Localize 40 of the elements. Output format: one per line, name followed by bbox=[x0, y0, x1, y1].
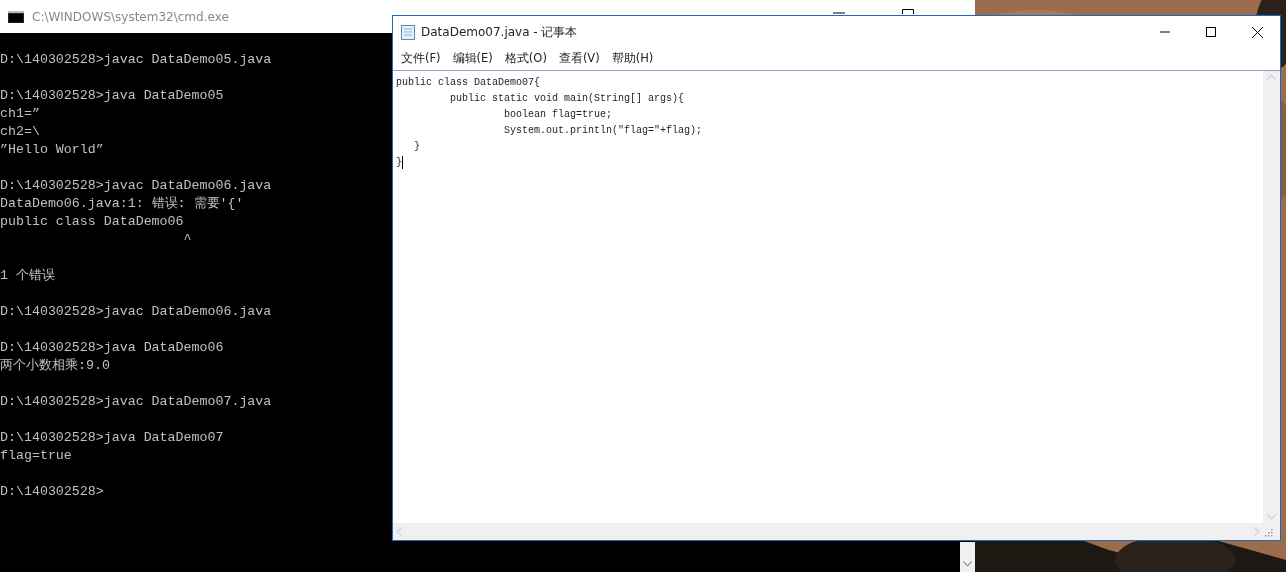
code-line: public static void main(String[] args){ bbox=[449, 92, 685, 106]
console-line: flag=true bbox=[0, 447, 72, 465]
resize-grip-icon[interactable] bbox=[1263, 526, 1273, 537]
console-line: D:\140302528>java DataDemo05 bbox=[0, 87, 224, 105]
console-line: ”Hello World” bbox=[0, 141, 104, 159]
menu-item[interactable]: 文件(F) bbox=[395, 50, 447, 68]
text-editor[interactable]: public class DataDemo07{ public static void main(String[] args){ boolean flag=true; System.out.println("flag="+flag); } } bbox=[393, 71, 1263, 523]
console-line: 两个小数相乘:9.0 bbox=[0, 357, 110, 375]
code-line: } bbox=[413, 140, 420, 154]
menu-item[interactable]: 编辑(E) bbox=[446, 50, 499, 68]
console-line: ^ bbox=[182, 231, 192, 249]
console-line: D:\140302528>javac DataDemo06.java bbox=[0, 177, 272, 195]
console-line: D:\140302528> bbox=[0, 483, 104, 501]
console-line: D:\140302528>javac DataDemo05.java bbox=[0, 51, 272, 69]
horizontal-scrollbar[interactable] bbox=[393, 523, 1263, 540]
window-title: DataDemo07.java - 记事本 bbox=[421, 24, 578, 41]
close-icon bbox=[1251, 26, 1263, 38]
text-cursor bbox=[402, 155, 403, 169]
code-line: System.out.println("flag="+flag); bbox=[503, 124, 703, 138]
maximize-icon bbox=[1206, 27, 1216, 37]
menu-item[interactable]: 帮助(H) bbox=[605, 50, 660, 68]
console-line: D:\140302528>javac DataDemo06.java bbox=[0, 303, 272, 321]
console-line: D:\140302528>javac DataDemo07.java bbox=[0, 393, 272, 411]
console-line: public class DataDemo06 bbox=[0, 213, 184, 231]
notepad-icon bbox=[401, 24, 415, 40]
console-line: ch1=” bbox=[0, 105, 40, 123]
code-line: public class DataDemo07{ bbox=[396, 76, 541, 90]
vertical-scrollbar[interactable] bbox=[1263, 71, 1280, 523]
code-line: boolean flag=true; bbox=[503, 108, 613, 122]
scrollbar[interactable] bbox=[960, 542, 975, 572]
console-icon bbox=[8, 10, 24, 23]
console-line: D:\140302528>java DataDemo07 bbox=[0, 429, 224, 447]
console-line: ch2=\ bbox=[0, 123, 40, 141]
console-line: D:\140302528>java DataDemo06 bbox=[0, 339, 224, 357]
window-title: C:\WINDOWS\system32\cmd.exe bbox=[32, 8, 229, 26]
menu-item[interactable]: 查看(V) bbox=[552, 50, 606, 68]
console-line: DataDemo06.java:1: 错误: 需要'{' bbox=[0, 195, 244, 213]
console-line: 1 个错误 bbox=[0, 267, 55, 285]
menu-item[interactable]: 格式(O) bbox=[498, 50, 553, 68]
code-line: } bbox=[396, 155, 403, 171]
